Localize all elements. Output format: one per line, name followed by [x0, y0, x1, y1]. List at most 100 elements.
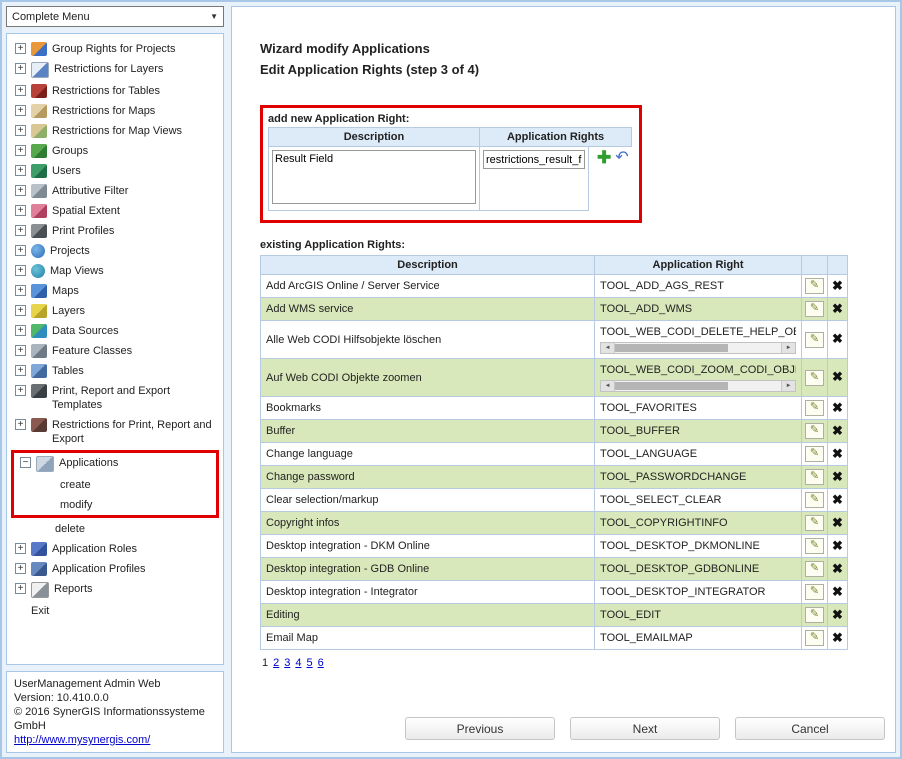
expand-icon[interactable]: + [15, 43, 26, 54]
sidebar-item-data-sources[interactable]: +Data Sources [9, 321, 221, 341]
expand-icon[interactable]: + [15, 365, 26, 376]
expand-icon[interactable]: + [15, 543, 26, 554]
application-right-input[interactable] [483, 150, 585, 169]
expand-icon[interactable]: + [15, 85, 26, 96]
edit-icon[interactable]: ✎ [805, 469, 824, 485]
delete-icon[interactable]: ✖ [832, 515, 843, 530]
sidebar-item-reports[interactable]: +Reports [9, 579, 221, 601]
sidebar-item-users[interactable]: +Users [9, 161, 221, 181]
edit-icon[interactable]: ✎ [805, 584, 824, 600]
expand-icon[interactable]: + [15, 105, 26, 116]
expand-icon[interactable]: + [15, 305, 26, 316]
delete-icon[interactable]: ✖ [832, 584, 843, 599]
delete-icon[interactable]: ✖ [832, 331, 843, 346]
expand-icon[interactable]: + [15, 185, 26, 196]
sidebar-subitem-delete[interactable]: delete [9, 519, 221, 539]
edit-icon[interactable]: ✎ [805, 332, 824, 348]
sidebar-item-feature-classes[interactable]: +Feature Classes [9, 341, 221, 361]
sidebar-item-map-views[interactable]: +Map Views [9, 261, 221, 281]
edit-icon[interactable]: ✎ [805, 400, 824, 416]
edit-icon[interactable]: ✎ [805, 446, 824, 462]
scroll-left-arrow-icon[interactable]: ◄ [601, 381, 615, 391]
sidebar-item-exit[interactable]: Exit [9, 601, 221, 621]
collapse-icon[interactable]: − [20, 457, 31, 468]
scroll-left-arrow-icon[interactable]: ◄ [601, 343, 615, 353]
sidebar-subitem-create[interactable]: create [14, 475, 216, 495]
delete-icon[interactable]: ✖ [832, 538, 843, 553]
sidebar-item-restrictions-for-print-report-and-export[interactable]: +Restrictions for Print, Report and Expo… [9, 415, 221, 449]
delete-icon[interactable]: ✖ [832, 492, 843, 507]
scroll-thumb[interactable] [615, 382, 728, 390]
sidebar-item-applications[interactable]: −Applications [14, 453, 216, 475]
edit-icon[interactable]: ✎ [805, 423, 824, 439]
sidebar-item-restrictions-for-map-views[interactable]: +Restrictions for Map Views [9, 121, 221, 141]
sidebar-item-print-profiles[interactable]: +Print Profiles [9, 221, 221, 241]
expand-icon[interactable]: + [15, 205, 26, 216]
delete-icon[interactable]: ✖ [832, 400, 843, 415]
expand-icon[interactable]: + [15, 265, 26, 276]
delete-icon[interactable]: ✖ [832, 423, 843, 438]
sidebar-item-group-rights-for-projects[interactable]: +Group Rights for Projects [9, 39, 221, 59]
page-number-link[interactable]: 5 [307, 657, 313, 669]
sidebar-item-maps[interactable]: +Maps [9, 281, 221, 301]
page-number-link[interactable]: 2 [273, 657, 279, 669]
edit-icon[interactable]: ✎ [805, 561, 824, 577]
expand-icon[interactable]: + [15, 125, 26, 136]
horizontal-scrollbar[interactable]: ◄► [600, 380, 796, 392]
edit-icon[interactable]: ✎ [805, 370, 824, 386]
sidebar-item-projects[interactable]: +Projects [9, 241, 221, 261]
page-number-link[interactable]: 3 [284, 657, 290, 669]
delete-icon[interactable]: ✖ [832, 278, 843, 293]
edit-icon[interactable]: ✎ [805, 630, 824, 646]
scroll-right-arrow-icon[interactable]: ► [781, 381, 795, 391]
delete-icon[interactable]: ✖ [832, 607, 843, 622]
horizontal-scrollbar[interactable]: ◄► [600, 342, 796, 354]
edit-icon[interactable]: ✎ [805, 515, 824, 531]
expand-icon[interactable]: + [15, 225, 26, 236]
delete-icon[interactable]: ✖ [832, 301, 843, 316]
edit-icon[interactable]: ✎ [805, 538, 824, 554]
sidebar-item-restrictions-for-tables[interactable]: +Restrictions for Tables [9, 81, 221, 101]
sidebar-item-spatial-extent[interactable]: +Spatial Extent [9, 201, 221, 221]
edit-icon[interactable]: ✎ [805, 607, 824, 623]
expand-icon[interactable]: + [15, 63, 26, 74]
expand-icon[interactable]: + [15, 245, 26, 256]
delete-icon[interactable]: ✖ [832, 561, 843, 576]
description-textarea[interactable]: Result Field [272, 150, 476, 204]
sidebar-item-layers[interactable]: +Layers [9, 301, 221, 321]
sidebar-item-print-report-and-export-templates[interactable]: +Print, Report and Export Templates [9, 381, 221, 415]
sidebar-item-groups[interactable]: +Groups [9, 141, 221, 161]
previous-button[interactable]: Previous [405, 717, 555, 740]
edit-icon[interactable]: ✎ [805, 278, 824, 294]
undo-icon[interactable]: ↶ [615, 150, 628, 166]
expand-icon[interactable]: + [15, 325, 26, 336]
expand-icon[interactable]: + [15, 419, 26, 430]
delete-icon[interactable]: ✖ [832, 446, 843, 461]
scroll-right-arrow-icon[interactable]: ► [781, 343, 795, 353]
sidebar-item-tables[interactable]: +Tables [9, 361, 221, 381]
sidebar-subitem-modify[interactable]: modify [14, 495, 216, 515]
sidebar-item-restrictions-for-layers[interactable]: +Restrictions for Layers [9, 59, 221, 81]
cancel-button[interactable]: Cancel [735, 717, 885, 740]
page-number-link[interactable]: 4 [295, 657, 301, 669]
sidebar-item-restrictions-for-maps[interactable]: +Restrictions for Maps [9, 101, 221, 121]
menu-dropdown[interactable]: Complete Menu ▼ [6, 6, 224, 27]
add-plus-icon[interactable]: ✚ [597, 150, 611, 166]
scroll-thumb[interactable] [615, 344, 728, 352]
delete-icon[interactable]: ✖ [832, 469, 843, 484]
expand-icon[interactable]: + [15, 583, 26, 594]
edit-icon[interactable]: ✎ [805, 301, 824, 317]
expand-icon[interactable]: + [15, 145, 26, 156]
edit-icon[interactable]: ✎ [805, 492, 824, 508]
expand-icon[interactable]: + [15, 285, 26, 296]
synergis-link[interactable]: http://www.mysynergis.com/ [14, 734, 150, 746]
delete-icon[interactable]: ✖ [832, 630, 843, 645]
delete-icon[interactable]: ✖ [832, 369, 843, 384]
page-number-link[interactable]: 6 [318, 657, 324, 669]
sidebar-item-attributive-filter[interactable]: +Attributive Filter [9, 181, 221, 201]
next-button[interactable]: Next [570, 717, 720, 740]
expand-icon[interactable]: + [15, 563, 26, 574]
expand-icon[interactable]: + [15, 165, 26, 176]
expand-icon[interactable]: + [15, 385, 26, 396]
sidebar-item-application-roles[interactable]: +Application Roles [9, 539, 221, 559]
